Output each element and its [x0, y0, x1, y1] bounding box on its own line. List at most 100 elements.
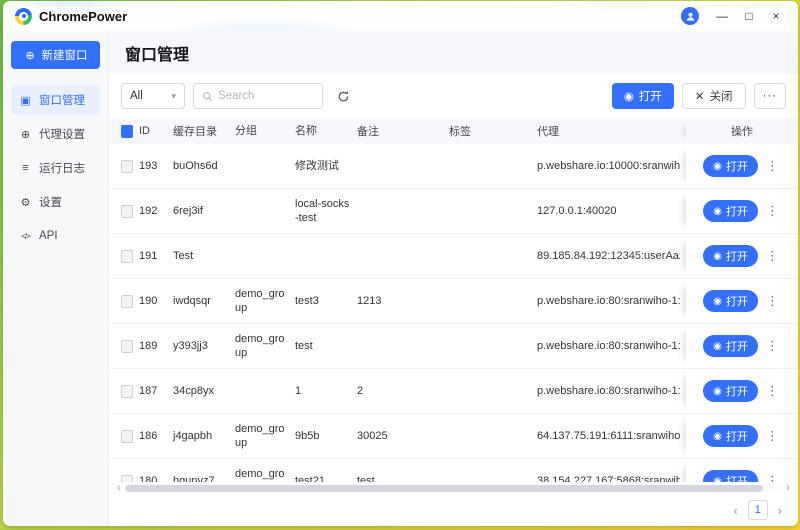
row-open-button[interactable]: ◉ 打开 — [703, 245, 758, 267]
more-actions-button[interactable]: ··· — [754, 83, 787, 109]
row-open-button[interactable]: ◉ 打开 — [703, 380, 758, 402]
cell-cache: iwdqsqr — [173, 279, 235, 323]
minimize-button[interactable]: — — [712, 6, 732, 26]
cell-tags — [449, 459, 537, 482]
cell-id: 192 — [139, 189, 173, 233]
user-avatar[interactable] — [681, 7, 699, 25]
content-card: All ▾ Search — [109, 74, 798, 526]
prev-page-button[interactable]: ‹ — [733, 503, 737, 518]
maximize-button[interactable]: □ — [739, 6, 759, 26]
page-title: 窗口管理 — [125, 41, 782, 65]
page-header: 窗口管理 — [109, 31, 798, 74]
row-checkbox[interactable] — [121, 205, 133, 218]
person-icon — [685, 11, 696, 22]
cell-cache: y393jj3 — [173, 324, 235, 368]
open-icon: ◉ — [713, 431, 722, 442]
cell-group — [235, 144, 295, 188]
sidebar-item-settings[interactable]: ⚙ 设置 — [11, 187, 100, 217]
select-all-checkbox[interactable] — [121, 125, 133, 138]
new-window-button[interactable]: ⊕ 新建窗口 — [11, 41, 100, 69]
filter-select[interactable]: All ▾ — [121, 83, 185, 109]
cell-id: 190 — [139, 279, 173, 323]
row-open-label: 打开 — [726, 293, 748, 309]
cell-remark — [357, 324, 449, 368]
row-open-button[interactable]: ◉ 打开 — [703, 470, 758, 482]
row-open-button[interactable]: ◉ 打开 — [703, 155, 758, 177]
scroll-left-icon[interactable]: ‹ — [117, 483, 121, 494]
column-header-proxy: 代理 — [537, 118, 686, 144]
pagination: ‹ 1 › — [109, 494, 798, 526]
cell-name: test — [295, 324, 357, 368]
scrollbar-thumb[interactable] — [125, 485, 763, 492]
cell-proxy: 127.0.0.1:40020 — [537, 189, 686, 233]
scroll-right-icon[interactable]: › — [786, 483, 790, 494]
code-icon: </> — [19, 232, 32, 241]
row-open-button[interactable]: ◉ 打开 — [703, 290, 758, 312]
cell-proxy: p.webshare.io:80:sranwiho-1:atonupx — [537, 279, 686, 323]
sidebar-item-label: 运行日志 — [39, 160, 85, 176]
cell-id: 187 — [139, 369, 173, 413]
row-checkbox[interactable] — [121, 430, 133, 443]
sidebar-item-proxy-settings[interactable]: ⊕ 代理设置 — [11, 119, 100, 149]
row-checkbox[interactable] — [121, 160, 133, 173]
row-more-icon[interactable]: ⋮ — [764, 428, 781, 444]
row-open-button[interactable]: ◉ 打开 — [703, 200, 758, 222]
row-more-icon[interactable]: ⋮ — [764, 338, 781, 354]
row-open-label: 打开 — [726, 203, 748, 219]
cell-proxy: p.webshare.io:80:sranwiho-1:atonupx — [537, 369, 686, 413]
row-more-icon[interactable]: ⋮ — [764, 293, 781, 309]
cell-id: 180 — [139, 459, 173, 482]
sidebar-item-run-logs[interactable]: ≡ 运行日志 — [11, 153, 100, 183]
row-checkbox[interactable] — [121, 475, 133, 483]
column-header-op: 操作 — [686, 118, 798, 144]
horizontal-scrollbar: ‹ › — [109, 482, 798, 494]
open-selected-button[interactable]: ◉ 打开 — [612, 83, 674, 109]
cell-remark: test — [357, 459, 449, 482]
cell-tags — [449, 369, 537, 413]
cell-operations: ◉ 打开 ⋮ — [686, 234, 798, 278]
row-open-button[interactable]: ◉ 打开 — [703, 335, 758, 357]
row-checkbox[interactable] — [121, 295, 133, 308]
cell-name: test21 — [295, 459, 357, 482]
cell-remark — [357, 234, 449, 278]
row-open-button[interactable]: ◉ 打开 — [703, 425, 758, 447]
open-icon: ◉ — [713, 161, 722, 172]
cell-name: local-socks-test — [295, 189, 357, 233]
close-window-button[interactable]: × — [766, 6, 786, 26]
row-checkbox[interactable] — [121, 250, 133, 263]
sidebar-item-window-management[interactable]: ▣ 窗口管理 — [11, 85, 100, 115]
sidebar-item-api[interactable]: </> API — [11, 221, 100, 251]
cell-name: 9b5b — [295, 414, 357, 458]
next-page-button[interactable]: › — [778, 503, 782, 518]
row-open-label: 打开 — [726, 248, 748, 264]
table-header-row: ID 缓存目录 分组 名称 备注 标签 代理 操作 — [109, 118, 798, 144]
cell-operations: ◉ 打开 ⋮ — [686, 189, 798, 233]
row-more-icon[interactable]: ⋮ — [764, 158, 781, 174]
row-open-label: 打开 — [726, 428, 748, 444]
open-icon: ◉ — [713, 341, 722, 352]
cell-remark: 30025 — [357, 414, 449, 458]
toolbar: All ▾ Search — [109, 74, 798, 118]
row-more-icon[interactable]: ⋮ — [764, 473, 781, 482]
windows-table: ID 缓存目录 分组 名称 备注 标签 代理 操作 193 buOhs6d — [109, 118, 798, 494]
cell-cache: hqunyz7 — [173, 459, 235, 482]
cell-cache: buOhs6d — [173, 144, 235, 188]
row-checkbox[interactable] — [121, 340, 133, 353]
search-input[interactable]: Search — [193, 83, 323, 109]
row-more-icon[interactable]: ⋮ — [764, 383, 781, 399]
cell-group: demo_group — [235, 324, 295, 368]
page-number[interactable]: 1 — [748, 500, 768, 520]
row-more-icon[interactable]: ⋮ — [764, 203, 781, 219]
cell-tags — [449, 279, 537, 323]
row-open-label: 打开 — [726, 338, 748, 354]
table-row: 180 hqunyz7 demo_group test21 test 38.15… — [109, 459, 798, 482]
cell-tags — [449, 234, 537, 278]
scrollbar-track[interactable] — [125, 485, 783, 492]
cell-group: demo_group — [235, 459, 295, 482]
sidebar-item-label: 窗口管理 — [39, 92, 85, 108]
new-window-label: 新建窗口 — [42, 47, 88, 63]
row-checkbox[interactable] — [121, 385, 133, 398]
close-selected-button[interactable]: ✕ 关闭 — [682, 83, 746, 109]
row-more-icon[interactable]: ⋮ — [764, 248, 781, 264]
refresh-button[interactable] — [331, 84, 355, 108]
